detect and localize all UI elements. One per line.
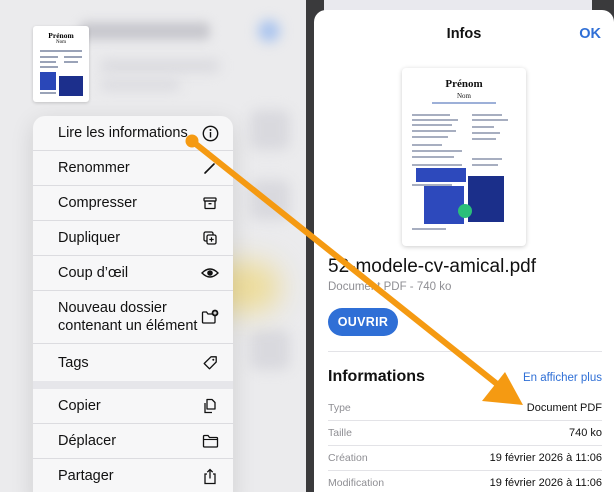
- duplicate-icon: [201, 229, 219, 247]
- files-background-panel: Prénom Nom Lire les informations Renomme…: [0, 0, 306, 492]
- menu-item-get-info[interactable]: Lire les informations: [33, 116, 233, 151]
- info-value: 740 ko: [568, 427, 602, 439]
- menu-item-label: Coup d’œil: [58, 265, 129, 281]
- menu-item-label: Lire les informations: [58, 125, 188, 141]
- menu-item-new-folder-with-item[interactable]: Nouveau dossier contenant un élément: [33, 291, 233, 344]
- file-meta: Document PDF - 740 ko: [328, 281, 452, 293]
- info-row-type: Type Document PDF: [328, 396, 602, 420]
- menu-item-duplicate[interactable]: Dupliquer: [33, 221, 233, 256]
- info-value: Document PDF: [526, 402, 602, 414]
- menu-item-rename[interactable]: Renommer: [33, 151, 233, 186]
- tag-icon: [201, 354, 219, 372]
- divider: [328, 351, 602, 352]
- section-title: Informations: [328, 368, 425, 385]
- archive-box-icon: [201, 194, 219, 212]
- folder-plus-icon: [201, 308, 219, 326]
- info-sheet-container: Infos OK Prénom Nom 52-modele-cv-amical.…: [306, 0, 614, 492]
- menu-item-move[interactable]: Déplacer: [33, 424, 233, 459]
- menu-item-tags[interactable]: Tags: [33, 344, 233, 381]
- info-row-size: Taille 740 ko: [328, 421, 602, 445]
- preview-subtitle: Nom: [457, 92, 471, 100]
- menu-item-copy[interactable]: Copier: [33, 389, 233, 424]
- context-menu: Lire les informations Renommer Compresse…: [33, 116, 233, 492]
- info-key: Taille: [328, 427, 352, 439]
- info-key: Création: [328, 452, 368, 464]
- info-value: 19 février 2026 à 11:06: [489, 452, 602, 464]
- menu-item-label: Dupliquer: [58, 230, 121, 246]
- ok-button[interactable]: OK: [579, 26, 601, 42]
- info-key: Type: [328, 402, 351, 414]
- info-value: 19 février 2026 à 11:06: [489, 477, 602, 489]
- file-thumbnail[interactable]: Prénom Nom: [33, 26, 89, 102]
- info-key: Modification: [328, 477, 385, 489]
- menu-item-label: Copier: [58, 398, 101, 414]
- preview-name: Prénom: [445, 78, 483, 90]
- menu-item-label: Renommer: [58, 160, 130, 176]
- menu-item-label: Nouveau dossier contenant un élément: [58, 300, 198, 334]
- folder-icon: [201, 432, 219, 450]
- sheet-title: Infos: [446, 26, 482, 42]
- info-icon: [201, 124, 219, 142]
- menu-item-compress[interactable]: Compresser: [33, 186, 233, 221]
- eye-icon: [201, 264, 219, 282]
- menu-item-share[interactable]: Partager: [33, 459, 233, 492]
- menu-item-quick-look[interactable]: Coup d’œil: [33, 256, 233, 291]
- menu-item-label: Compresser: [58, 195, 137, 211]
- menu-group-separator: [33, 381, 233, 389]
- document-preview: Prénom Nom: [402, 68, 526, 246]
- show-more-link[interactable]: En afficher plus: [523, 372, 602, 384]
- copy-doc-icon: [201, 397, 219, 415]
- info-row-modified: Modification 19 février 2026 à 11:06: [328, 471, 602, 492]
- info-sheet: Infos OK Prénom Nom 52-modele-cv-amical.…: [314, 10, 614, 492]
- info-row-created: Création 19 février 2026 à 11:06: [328, 446, 602, 470]
- share-icon: [201, 467, 219, 485]
- open-button[interactable]: OUVRIR: [328, 308, 398, 336]
- menu-item-label: Déplacer: [58, 433, 117, 449]
- pencil-icon: [201, 159, 219, 177]
- menu-item-label: Partager: [58, 468, 114, 484]
- thumbnail-name: Prénom: [48, 31, 74, 40]
- menu-item-label: Tags: [58, 354, 89, 371]
- thumbnail-subtitle: Nom: [56, 40, 66, 45]
- file-name: 52-modele-cv-amical.pdf: [328, 256, 537, 277]
